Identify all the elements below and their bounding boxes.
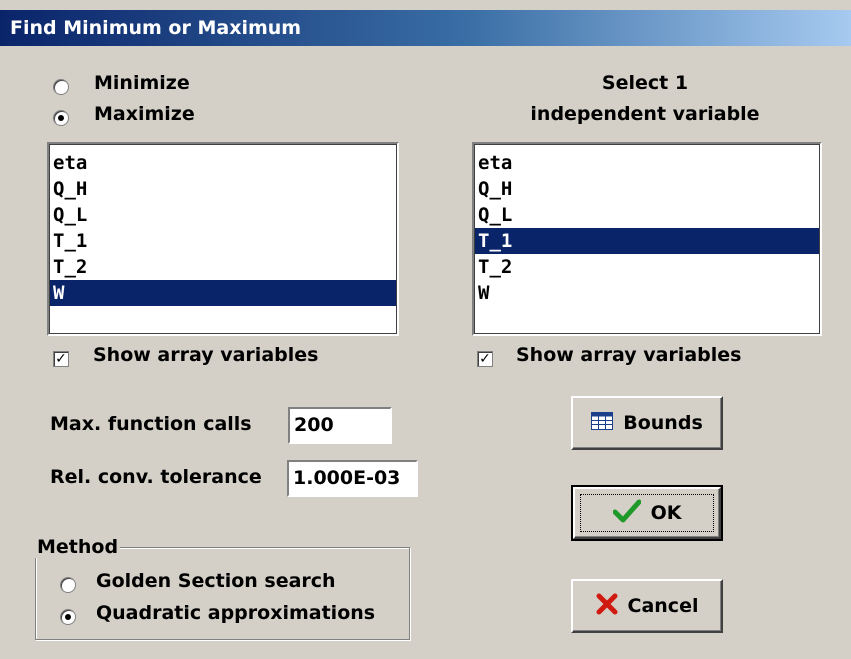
ok-button[interactable]: OK <box>571 485 723 541</box>
right-show-array-label[interactable]: Show array variables <box>516 344 741 366</box>
quadratic-label[interactable]: Quadratic approximations <box>96 602 375 624</box>
independent-heading-line2: independent variable <box>530 103 760 125</box>
list-item[interactable]: eta <box>474 150 820 176</box>
table-icon <box>591 411 614 435</box>
golden-section-label[interactable]: Golden Section search <box>96 570 336 592</box>
quadratic-radio[interactable] <box>60 609 76 625</box>
objective-variable-list[interactable]: eta Q_H Q_L T_1 T_2 W <box>47 142 399 336</box>
list-item[interactable]: T_2 <box>49 254 397 280</box>
focus-rect <box>580 494 714 532</box>
maximize-label[interactable]: Maximize <box>94 103 195 125</box>
list-item[interactable]: Q_H <box>474 176 820 202</box>
minimize-label[interactable]: Minimize <box>94 72 190 94</box>
list-item-selected[interactable]: W <box>49 280 397 306</box>
independent-heading-line1: Select 1 <box>601 72 689 94</box>
golden-section-radio[interactable] <box>60 577 76 593</box>
tolerance-input[interactable]: 1.000E-03 <box>287 460 418 497</box>
list-item[interactable]: T_1 <box>49 228 397 254</box>
left-show-array-checkbox[interactable]: ✓ <box>53 351 69 367</box>
bounds-label: Bounds <box>623 412 703 434</box>
right-show-array-checkbox[interactable]: ✓ <box>477 351 493 367</box>
minimize-radio[interactable] <box>53 79 69 95</box>
tolerance-label: Rel. conv. tolerance <box>50 466 262 488</box>
cancel-button[interactable]: Cancel <box>571 579 723 633</box>
list-item[interactable]: eta <box>49 150 397 176</box>
find-min-max-dialog: Find Minimum or Maximum Minimize Maximiz… <box>0 0 851 659</box>
method-groupbox <box>35 547 410 640</box>
max-calls-label: Max. function calls <box>50 413 252 435</box>
bounds-button[interactable]: Bounds <box>571 396 723 450</box>
left-show-array-label[interactable]: Show array variables <box>93 344 318 366</box>
title-bar: Find Minimum or Maximum <box>0 10 851 46</box>
method-group-title: Method <box>35 536 121 558</box>
list-item[interactable]: W <box>474 280 820 306</box>
list-item[interactable]: Q_L <box>474 202 820 228</box>
x-icon <box>596 593 618 620</box>
list-item[interactable]: T_2 <box>474 254 820 280</box>
max-calls-input[interactable]: 200 <box>288 407 392 444</box>
maximize-radio[interactable] <box>53 110 69 126</box>
list-item-selected[interactable]: T_1 <box>474 228 820 254</box>
list-item[interactable]: Q_H <box>49 176 397 202</box>
independent-variable-list[interactable]: eta Q_H Q_L T_1 T_2 W <box>472 142 822 336</box>
cancel-label: Cancel <box>627 595 699 617</box>
list-item[interactable]: Q_L <box>49 202 397 228</box>
